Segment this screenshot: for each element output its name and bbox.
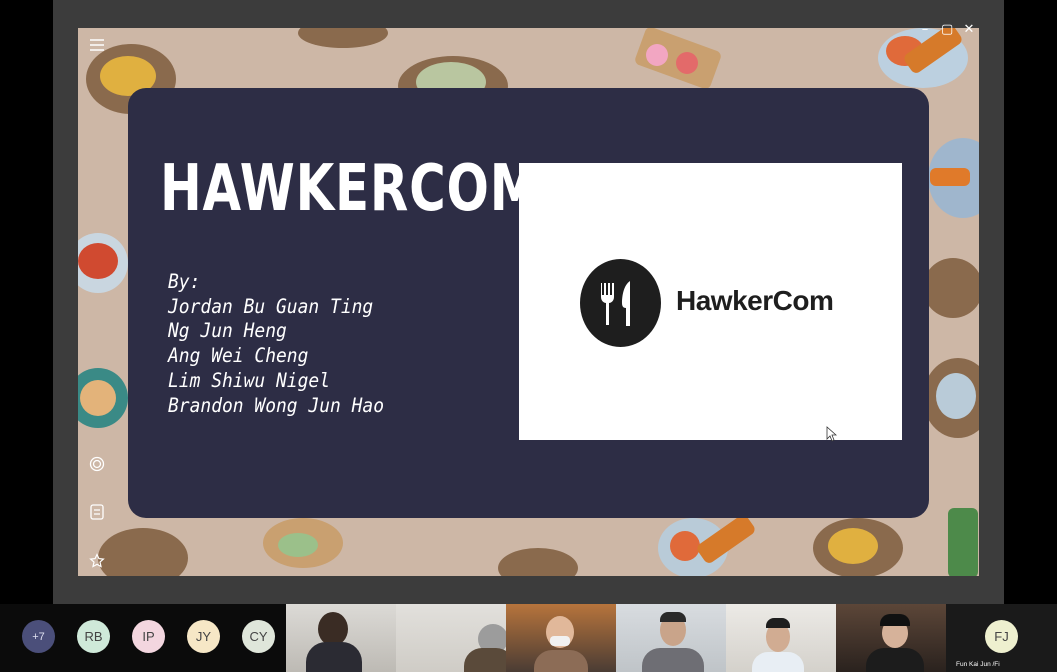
- participant-video-tile[interactable]: [836, 604, 946, 672]
- participant-video-tile[interactable]: [396, 604, 506, 672]
- slide-title: HAWKERCOM: [160, 152, 541, 226]
- fork-knife-logo-icon: [580, 259, 661, 347]
- participant-avatar[interactable]: CY: [242, 620, 275, 653]
- more-participants-button[interactable]: +7: [22, 620, 55, 653]
- participant-avatar[interactable]: IP: [132, 620, 165, 653]
- author-name: Brandon Wong Jun Hao: [168, 393, 385, 417]
- authors-heading: By:: [168, 270, 201, 293]
- logo-text: HawkerCom: [676, 285, 834, 316]
- maximize-icon[interactable]: ▢: [941, 22, 953, 37]
- participant-video-tile[interactable]: [726, 604, 836, 672]
- minimize-icon[interactable]: –: [919, 22, 931, 37]
- window-controls: – ▢ ✕: [919, 22, 975, 37]
- participant-video-tile[interactable]: [506, 604, 616, 672]
- participant-video-tile[interactable]: [286, 604, 396, 672]
- author-name: Ng Jun Heng: [168, 319, 287, 343]
- target-icon[interactable]: [88, 455, 106, 473]
- close-icon[interactable]: ✕: [963, 22, 975, 37]
- mouse-cursor-icon: [826, 426, 838, 446]
- participant-avatar[interactable]: JY: [187, 620, 220, 653]
- participant-avatar[interactable]: FJ: [985, 620, 1018, 653]
- participant-name-label: Fun Kai Jun /Fi: [956, 661, 1000, 668]
- participant-video-tile[interactable]: [616, 604, 726, 672]
- participant-avatar[interactable]: RB: [77, 620, 110, 653]
- star-icon[interactable]: [88, 552, 106, 570]
- menu-icon[interactable]: [88, 36, 106, 54]
- author-name: Ang Wei Cheng: [168, 344, 309, 368]
- authors-block: By: Jordan Bu Guan Ting Ng Jun Heng Ang …: [168, 270, 403, 418]
- author-name: Jordan Bu Guan Ting: [168, 294, 374, 318]
- notes-icon[interactable]: [88, 503, 106, 521]
- author-name: Lim Shiwu Nigel: [168, 368, 331, 392]
- logo-panel: HawkerCom: [519, 163, 902, 440]
